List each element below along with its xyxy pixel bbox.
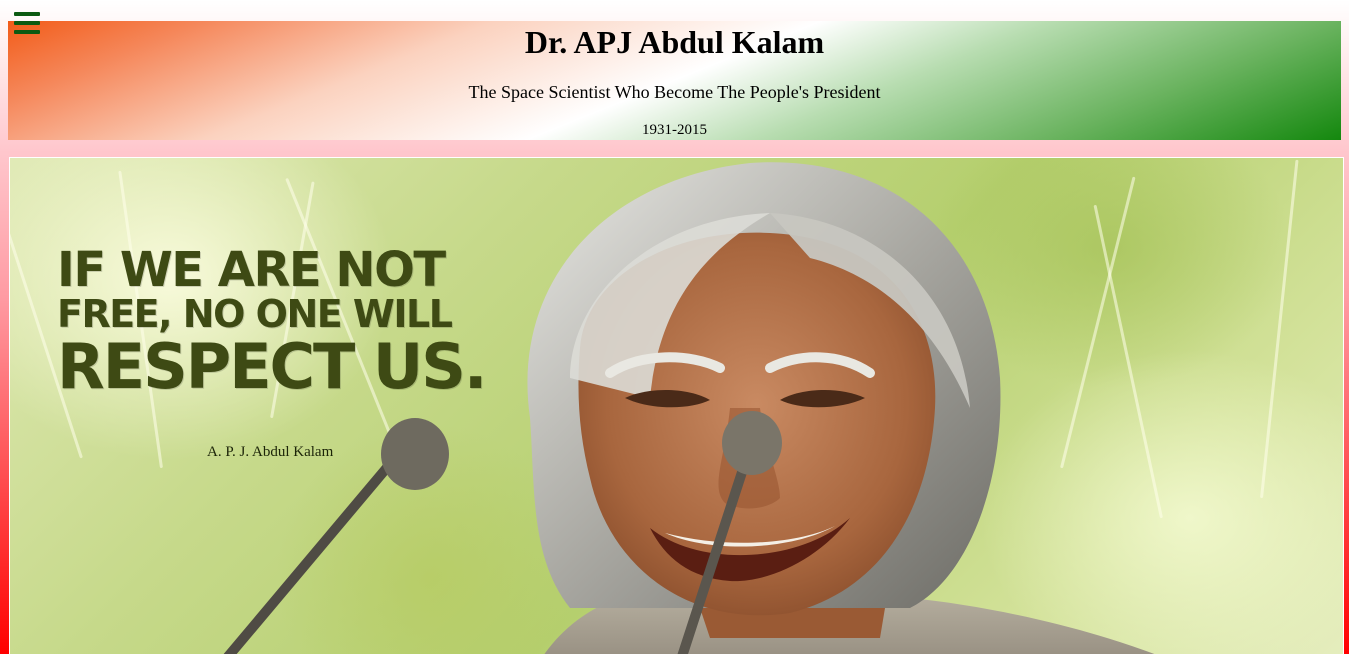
right-microphone-head [722, 411, 782, 475]
quote-text: If we are not free, no one will respect … [57, 246, 517, 400]
menu-bar-bottom [14, 30, 40, 34]
hamburger-menu-icon[interactable] [8, 8, 44, 38]
quote-line-1: If we are not [57, 242, 446, 298]
menu-bar-top [14, 12, 40, 16]
life-years: 1931-2015 [642, 122, 707, 138]
portrait-illustration [223, 162, 1155, 654]
left-microphone-stand [223, 453, 400, 654]
page-tagline: The Space Scientist Who Become The Peopl… [468, 82, 881, 102]
hero-image: If we are not free, no one will respect … [9, 157, 1344, 654]
quote-line-3: respect us. [57, 330, 487, 403]
left-microphone-head [381, 418, 449, 490]
page-header: Dr. APJ Abdul Kalam The Space Scientist … [8, 21, 1341, 140]
quote-author: A. P. J. Abdul Kalam [207, 444, 334, 460]
page-title: Dr. APJ Abdul Kalam [524, 24, 825, 60]
menu-bar-middle [14, 21, 40, 25]
quote-line-2: free, no one will [57, 292, 453, 336]
